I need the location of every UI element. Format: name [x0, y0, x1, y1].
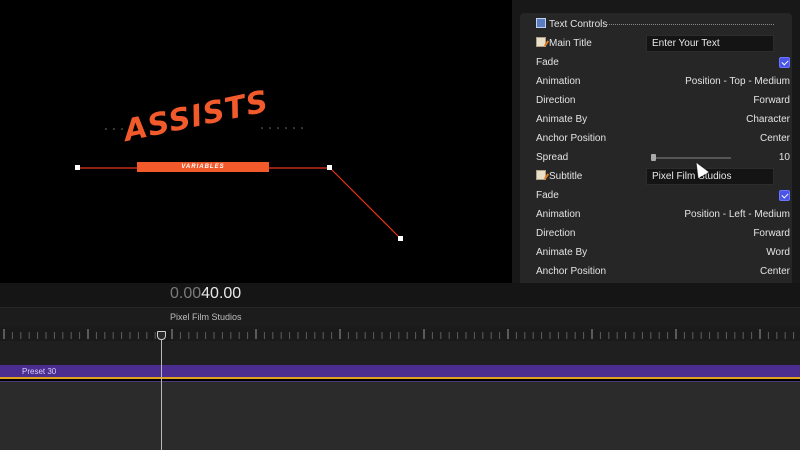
main-animate-by-label: Animate By — [536, 114, 588, 125]
ruler-ticks — [3, 329, 795, 339]
main-spread-label: Spread — [536, 152, 569, 163]
main-fade-label: Fade — [536, 57, 559, 68]
sub-direction-label: Direction — [536, 228, 576, 239]
title-sub-bar: VARIABLES — [137, 162, 269, 172]
subtitle-label: Subtitle — [549, 171, 583, 182]
sub-animation-row[interactable]: Animation Position - Left - Medium — [536, 205, 790, 224]
sub-direction-row[interactable]: Direction Forward — [536, 224, 790, 243]
sub-direction-popup[interactable]: Forward — [753, 224, 790, 243]
timeline-clip[interactable]: Preset 30 — [0, 365, 800, 379]
sub-animate-by-label: Animate By — [536, 247, 588, 258]
timeline-ruler[interactable] — [0, 327, 800, 341]
section-divider — [606, 24, 774, 25]
section-header-row: Text Controls — [536, 15, 790, 34]
spread-slider-knob[interactable] — [651, 154, 656, 161]
main-anchor-row[interactable]: Anchor Position Center — [536, 129, 790, 148]
sub-fade-label: Fade — [536, 190, 559, 201]
playhead-handle[interactable] — [157, 331, 166, 340]
main-anchor-popup[interactable]: Center — [760, 129, 790, 148]
main-fade-checkbox[interactable] — [779, 57, 790, 68]
timecode-display[interactable]: 0.0040.00 — [170, 285, 241, 303]
sub-animation-popup[interactable]: Position - Left - Medium — [684, 205, 790, 224]
project-name: Pixel Film Studios — [170, 312, 242, 322]
subtitle-row: Subtitle Pixel Film Studios — [536, 167, 790, 186]
sub-fade-checkbox[interactable] — [779, 190, 790, 201]
sub-animate-by-popup[interactable]: Word — [766, 243, 790, 262]
title-graphic: ASSISTS VARIABLES — [120, 84, 290, 176]
track-empty-upper[interactable] — [0, 341, 800, 365]
subtitle-input[interactable]: Pixel Film Studios — [646, 168, 774, 185]
section-title: Text Controls — [549, 19, 608, 30]
main-anchor-label: Anchor Position — [536, 133, 607, 144]
sub-anchor-popup[interactable]: Center — [760, 262, 790, 281]
main-animation-row[interactable]: Animation Position - Top - Medium — [536, 72, 790, 91]
main-title-label: Main Title — [549, 38, 592, 49]
timecode-value: 40.00 — [201, 285, 242, 302]
main-fade-row: Fade — [536, 53, 790, 72]
main-direction-popup[interactable]: Forward — [753, 91, 790, 110]
sub-anchor-label: Anchor Position — [536, 266, 607, 277]
canvas-viewer[interactable]: ASSISTS VARIABLES — [0, 0, 512, 283]
text-edit-icon — [536, 37, 546, 47]
inspector-panel: Text Controls Main Title Enter Your Text… — [512, 0, 800, 283]
path-handle-left[interactable] — [75, 165, 80, 170]
text-controls-group: Text Controls Main Title Enter Your Text… — [520, 13, 792, 283]
playhead[interactable] — [161, 333, 162, 450]
path-handle-end[interactable] — [398, 236, 403, 241]
position-path-diagonal — [329, 167, 402, 240]
main-direction-row[interactable]: Direction Forward — [536, 91, 790, 110]
clip-label: Preset 30 — [22, 367, 57, 376]
main-animation-popup[interactable]: Position - Top - Medium — [685, 72, 790, 91]
main-animation-label: Animation — [536, 76, 581, 87]
main-animate-by-row[interactable]: Animate By Character — [536, 110, 790, 129]
main-animate-by-popup[interactable]: Character — [746, 110, 790, 129]
timecode-leading: 0.00 — [170, 285, 202, 302]
path-handle-middle[interactable] — [327, 165, 332, 170]
main-spread-row: Spread 10 — [536, 148, 790, 167]
sub-anchor-row[interactable]: Anchor Position Center — [536, 262, 790, 281]
timecode-bar: 0.0040.00 — [0, 283, 800, 307]
section-icon — [536, 18, 546, 28]
track-empty-lower[interactable] — [0, 381, 800, 450]
main-title-input[interactable]: Enter Your Text — [646, 35, 774, 52]
main-spread-value[interactable]: 10 — [779, 148, 790, 167]
timeline-header: Pixel Film Studios — [0, 307, 800, 327]
spread-slider[interactable] — [651, 154, 731, 161]
sub-animate-by-row[interactable]: Animate By Word — [536, 243, 790, 262]
main-title-row: Main Title Enter Your Text — [536, 34, 790, 53]
text-edit-icon — [536, 170, 546, 180]
main-direction-label: Direction — [536, 95, 576, 106]
sub-fade-row: Fade — [536, 186, 790, 205]
sub-animation-label: Animation — [536, 209, 581, 220]
